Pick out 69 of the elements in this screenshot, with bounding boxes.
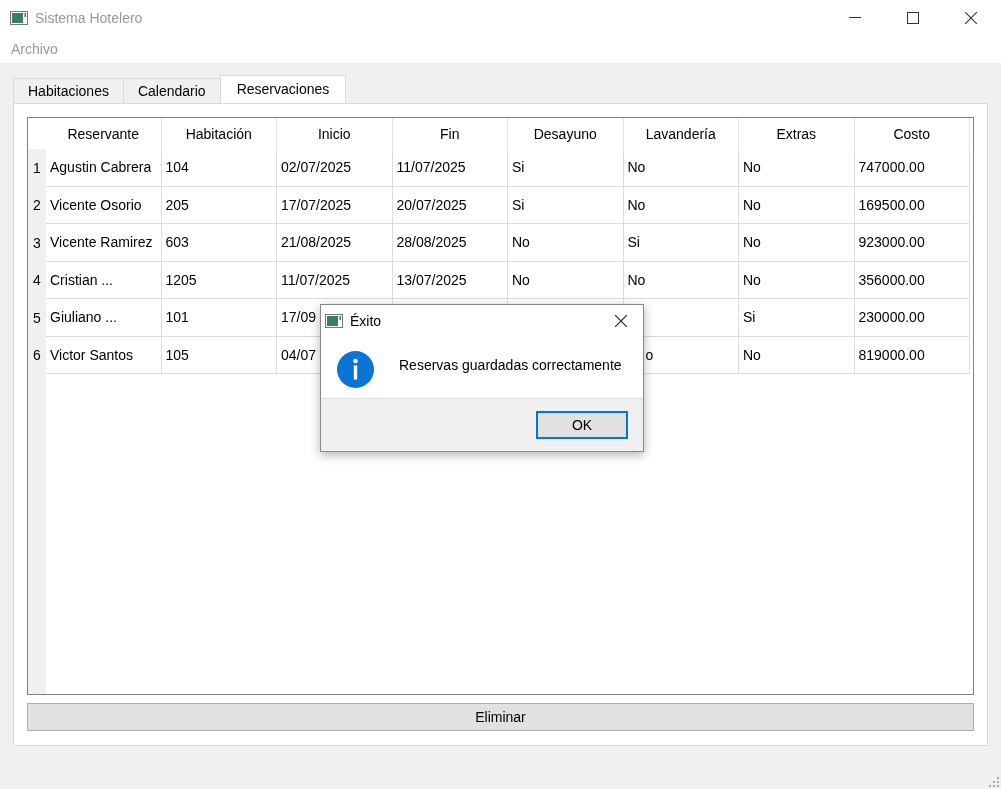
info-icon <box>337 351 374 388</box>
table-cell: 20/07/2025 <box>392 186 508 224</box>
column-header[interactable]: Fin <box>392 118 508 149</box>
column-header[interactable]: Habitación <box>161 118 277 149</box>
table-cell: 747000.00 <box>854 149 970 187</box>
table-cell: Giuliano ... <box>46 299 162 337</box>
table-cell: 1205 <box>161 261 277 299</box>
app-icon <box>325 314 343 328</box>
table-cell: Si <box>508 149 624 187</box>
table-cell: Si <box>623 224 739 262</box>
row-header[interactable]: 2 <box>28 186 46 224</box>
tab[interactable]: Habitaciones <box>13 78 124 103</box>
row-header[interactable]: 3 <box>28 224 46 262</box>
table-cell: 11/07/2025 <box>392 149 508 187</box>
table-cell: Vicente Ramirez <box>46 224 162 262</box>
row-header[interactable]: 4 <box>28 261 46 299</box>
table-cell: 169500.00 <box>854 186 970 224</box>
table-cell: No <box>739 336 855 374</box>
table-cell: 28/08/2025 <box>392 224 508 262</box>
column-header[interactable]: Reservante <box>46 118 162 149</box>
table-cell: No <box>623 149 739 187</box>
window-title: Sistema Hotelero <box>35 9 143 26</box>
table-cell: No <box>739 186 855 224</box>
column-header[interactable]: Lavandería <box>623 118 739 149</box>
row-header[interactable]: 5 <box>28 299 46 337</box>
table-cell: Si <box>739 299 855 337</box>
table-cell: Si <box>508 186 624 224</box>
table-cell: 819000.00 <box>854 336 970 374</box>
dialog-message: Reservas guardadas correctamente <box>399 357 622 373</box>
table-cell: 02/07/2025 <box>277 149 393 187</box>
table-cell: No <box>739 149 855 187</box>
table-cell: No <box>739 261 855 299</box>
column-header[interactable]: Costo <box>854 118 970 149</box>
table-cell: Agustin Cabrera <box>46 149 162 187</box>
table-cell: 603 <box>161 224 277 262</box>
table-cell: 11/07/2025 <box>277 261 393 299</box>
minimize-icon[interactable] <box>849 16 861 19</box>
column-header[interactable]: Inicio <box>277 118 393 149</box>
table-cell: No <box>508 224 624 262</box>
table-cell: 923000.00 <box>854 224 970 262</box>
ok-button[interactable]: OK <box>536 411 628 439</box>
close-icon[interactable] <box>965 11 977 24</box>
tab[interactable]: Reservaciones <box>219 75 347 103</box>
table-cell: 356000.00 <box>854 261 970 299</box>
column-header[interactable]: Extras <box>739 118 855 149</box>
row-header[interactable]: 6 <box>28 336 46 374</box>
app-icon <box>10 10 28 25</box>
table-cell: 205 <box>161 186 277 224</box>
column-header[interactable]: Desayuno <box>508 118 624 149</box>
table-cell: Cristian ... <box>46 261 162 299</box>
table-cell: No <box>623 261 739 299</box>
table-cell: 230000.00 <box>854 299 970 337</box>
table-cell: 104 <box>161 149 277 187</box>
table-cell: No <box>739 224 855 262</box>
maximize-icon[interactable] <box>907 11 919 24</box>
delete-button[interactable]: Eliminar <box>27 703 974 731</box>
row-header[interactable]: 1 <box>28 149 46 187</box>
table-cell: Victor Santos <box>46 336 162 374</box>
table-cell: 101 <box>161 299 277 337</box>
resize-grip-icon[interactable] <box>989 777 999 787</box>
table-cell: Vicente Osorio <box>46 186 162 224</box>
table-cell: No <box>623 186 739 224</box>
table-cell: 105 <box>161 336 277 374</box>
table-cell: 17/07/2025 <box>277 186 393 224</box>
table-cell: No <box>508 261 624 299</box>
dialog-title: Éxito <box>350 313 382 329</box>
table-cell: 21/08/2025 <box>277 224 393 262</box>
table-cell: 13/07/2025 <box>392 261 508 299</box>
close-icon[interactable] <box>615 315 627 327</box>
